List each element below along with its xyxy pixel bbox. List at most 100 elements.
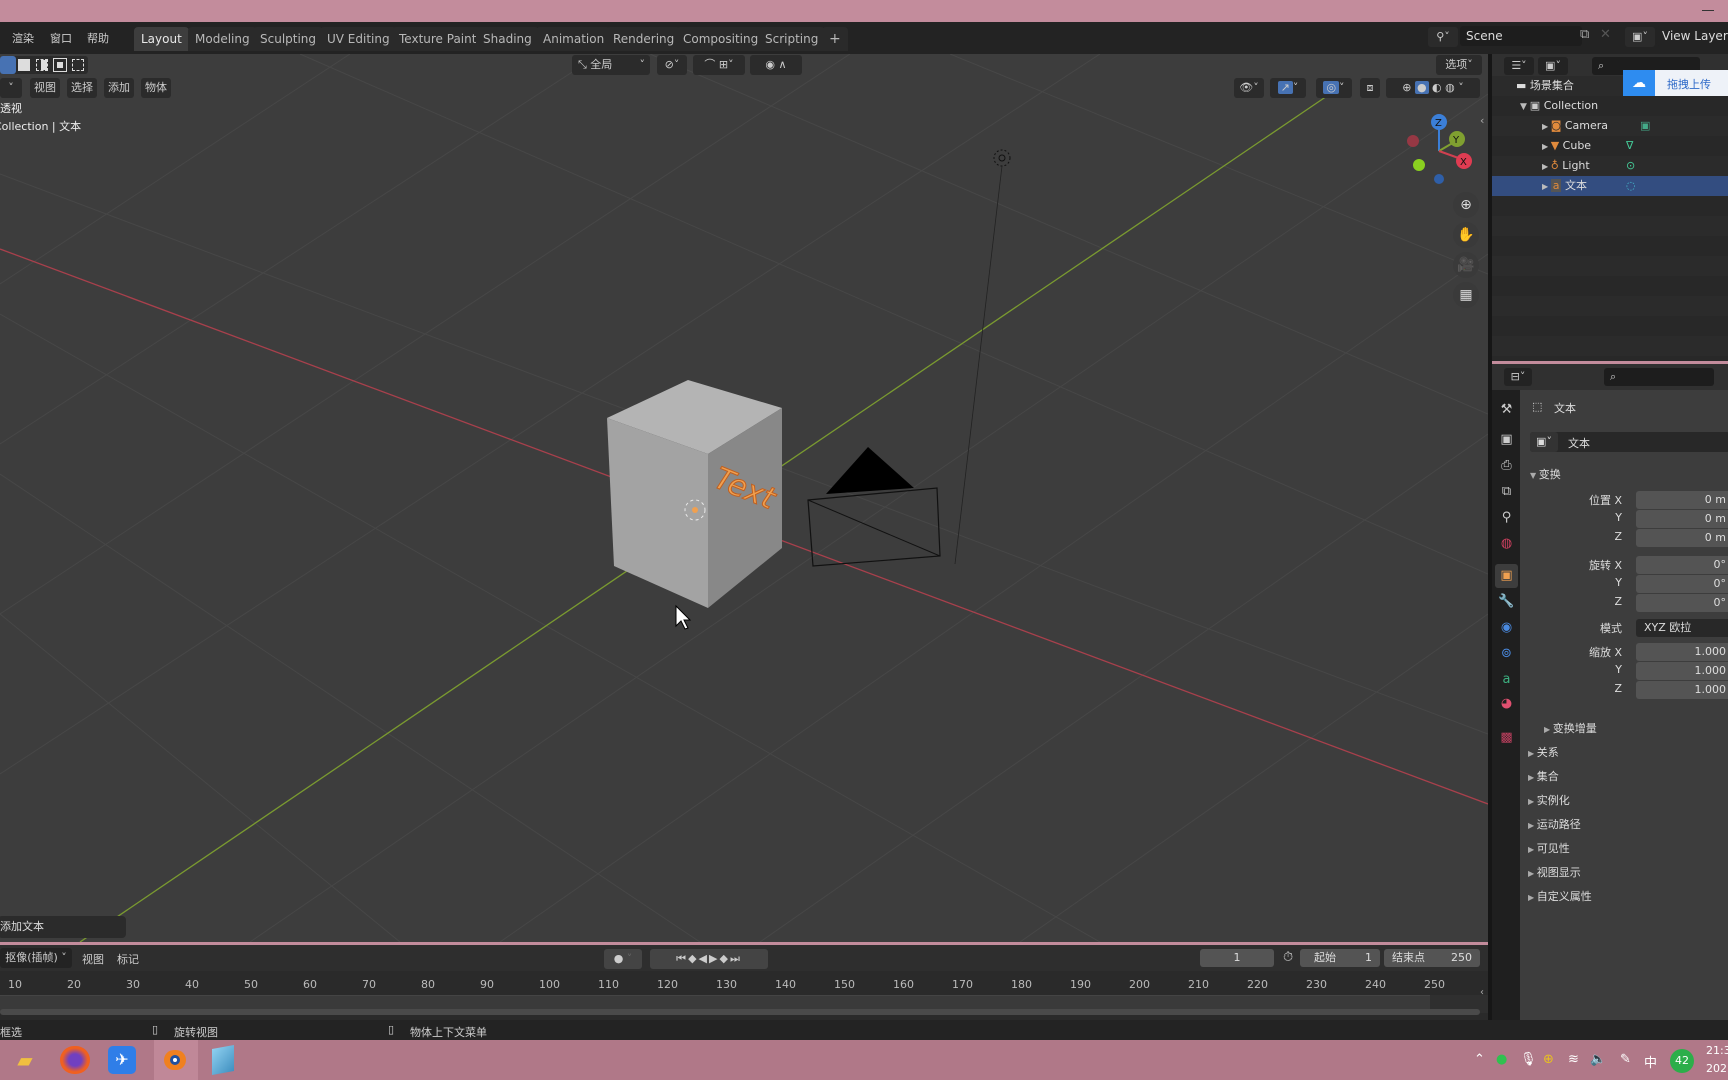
tab-modeling[interactable]: Modeling [188,27,257,51]
scene-selector-icon[interactable]: ⚲˅ [1428,27,1458,47]
pan-view-button[interactable]: ✋ [1453,222,1479,248]
outliner-collection[interactable]: ▼ ▣ Collection [1492,96,1728,116]
timeline-scrollbar[interactable] [0,1009,1480,1015]
panel-visibility[interactable]: ▶ 可见性 [1528,840,1570,856]
ime-indicator[interactable]: 中 [1644,1052,1657,1071]
chevron-down-icon[interactable]: ˅ [1458,81,1464,94]
view-layer-field[interactable]: View Layer [1656,26,1728,46]
tab-animation[interactable]: Animation [536,27,612,51]
scale-y-field[interactable]: 1.000 [1636,662,1728,680]
volume-icon[interactable]: 🔈 [1590,1052,1606,1067]
location-z-field[interactable]: 0 m [1636,529,1728,547]
play-reverse-icon[interactable]: ◀ [699,952,709,965]
new-scene-icon[interactable]: ⧉ [1580,27,1589,42]
mesh-data-icon[interactable]: ∇ [1626,136,1633,156]
tab-modifiers[interactable]: 🔧 [1495,590,1518,614]
transform-orientation-dropdown[interactable]: ⤡ 全局 ˅ [572,55,650,75]
notepad-icon[interactable] [212,1045,234,1075]
tab-texture-paint[interactable]: Texture Paint [392,27,484,51]
end-frame-field[interactable]: 结束点 250 [1384,949,1480,967]
rotation-mode-dropdown[interactable]: XYZ 欧拉 [1636,619,1728,637]
view-layer-icon[interactable]: ▣˅ [1625,27,1655,47]
rotation-z-field[interactable]: 0° [1636,594,1728,612]
outliner-item-cube[interactable]: ▶ ▼ Cube ∇ [1492,136,1728,156]
outliner-item-text[interactable]: ▶ a 文本 ◌ [1492,176,1728,196]
keying-mode-dropdown[interactable]: 抠像(插帧) ˅ [0,948,72,968]
wireframe-shading-icon[interactable]: ⊕ [1402,81,1411,94]
tab-constraints[interactable]: ⊚ [1495,642,1518,666]
3d-viewport[interactable]: Text ⤡ 全局 ˅ ⊘˅ ⌒ ⊞˅ ◉ ∧ 选项˅ ˅ 视图 选择 添加 物体… [0,54,1488,942]
pivot-point-dropdown[interactable]: ⊘˅ [657,55,687,75]
select-new-icon[interactable] [0,56,16,74]
properties-search-input[interactable]: ⌕ [1604,368,1714,386]
tab-render[interactable]: ▣ [1495,428,1518,452]
proportional-edit[interactable]: ◉ ∧ [750,55,802,75]
blender-taskbar-button[interactable] [154,1040,198,1080]
jump-end-icon[interactable]: ⏭ [730,952,742,965]
solid-shading-icon[interactable]: ● [1414,81,1429,94]
tab-layout[interactable]: Layout [134,27,189,51]
sidebar-toggle-icon[interactable]: ‹ [1480,987,1484,998]
panel-viewport-display[interactable]: ▶ 视图显示 [1528,864,1581,880]
add-menu[interactable]: 添加 [104,78,134,98]
tab-tool[interactable]: ⚒ [1495,398,1518,422]
location-y-field[interactable]: 0 m [1636,510,1728,528]
prev-keyframe-icon[interactable]: ◆ [688,952,698,965]
outliner-item-light[interactable]: ▶ ♁ Light ⊙ [1492,156,1728,176]
panel-instancing[interactable]: ▶ 实例化 [1528,792,1570,808]
view-menu[interactable]: 视图 [30,78,60,98]
editor-mode-dropdown[interactable]: ˅ [0,78,22,98]
material-shading-icon[interactable]: ◐ [1432,81,1442,94]
tab-texture[interactable]: ▩ [1495,726,1518,750]
editor-type-icon[interactable]: ⊟˅ [1504,368,1532,386]
tab-material[interactable]: ◕ [1495,692,1518,716]
zoom-view-button[interactable]: ⊕ [1453,192,1479,218]
xray-toggle[interactable]: ⧈ [1360,78,1380,98]
next-keyframe-icon[interactable]: ◆ [719,952,729,965]
tab-rendering[interactable]: Rendering [606,27,682,51]
scale-z-field[interactable]: 1.000 [1636,681,1728,699]
gizmo-toggle[interactable]: ↗ ˅ [1270,78,1306,98]
select-extend-icon[interactable] [18,59,30,71]
curve-data-icon[interactable]: ◌ [1626,176,1636,196]
cloud-upload-widget[interactable]: ☁ 拖拽上传 [1623,70,1728,96]
visibility-dropdown[interactable]: 👁˅ [1234,78,1264,98]
microphone-icon[interactable]: 🎙 [1520,1052,1537,1067]
select-intersect-icon[interactable] [72,59,84,71]
tab-scripting[interactable]: Scripting [758,27,826,51]
tab-physics[interactable]: ◉ [1495,616,1518,640]
object-name-field[interactable]: ▣˅ 文本 [1530,432,1728,452]
select-subtract-icon[interactable] [36,59,48,71]
pen-icon[interactable]: ✎ [1620,1052,1631,1067]
navigation-gizmo[interactable]: Z Y X [1400,104,1480,184]
scene-name-field[interactable]: Scene [1460,26,1582,46]
last-operator-panel[interactable]: 添加文本 [0,916,126,938]
options-dropdown[interactable]: 选项˅ [1436,55,1482,75]
tray-expand-icon[interactable]: ⌃ [1474,1052,1485,1067]
security-icon[interactable]: ⊕ [1543,1052,1554,1067]
jump-start-icon[interactable]: ⏮ [676,952,688,965]
minimize-button[interactable] [1702,10,1714,11]
camera-data-icon[interactable]: ▣ [1640,116,1650,136]
filter-icon[interactable]: ▣˅ [1538,57,1568,75]
stopwatch-icon[interactable]: ⏱ [1283,950,1293,965]
panel-collections[interactable]: ▶ 集合 [1528,768,1559,784]
panel-motion-paths[interactable]: ▶ 运动路径 [1528,816,1581,832]
camera-view-button[interactable]: 🎥 [1453,252,1479,278]
ortho-toggle-button[interactable]: ▦ [1453,282,1479,308]
menu-help[interactable]: 帮助 [87,30,109,46]
location-x-field[interactable]: 0 m [1636,491,1728,509]
clock-date[interactable]: 202 [1706,1062,1727,1075]
tab-output[interactable]: ⎙ [1495,454,1518,478]
tab-shading[interactable]: Shading [476,27,539,51]
play-icon[interactable]: ▶ [709,952,719,965]
select-menu[interactable]: 选择 [67,78,97,98]
start-frame-field[interactable]: 起始 1 [1300,949,1380,967]
tab-compositing[interactable]: Compositing [676,27,766,51]
tab-uv-editing[interactable]: UV Editing [320,27,397,51]
wifi-icon[interactable]: ≋ [1568,1052,1579,1067]
rotation-y-field[interactable]: 0° [1636,575,1728,593]
snap-dropdown[interactable]: ⌒ ⊞˅ [693,55,745,75]
display-mode-icon[interactable]: ☰˅ [1504,57,1534,75]
feishu-icon[interactable]: ✈ [108,1046,136,1074]
